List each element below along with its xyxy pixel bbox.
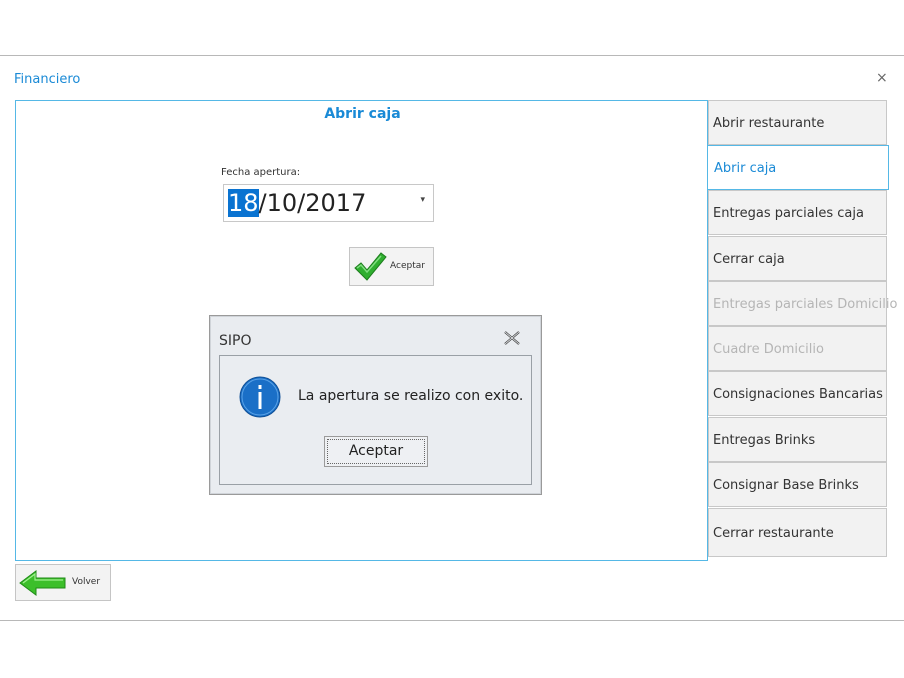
window-title: Financiero (14, 72, 81, 87)
side-item-cuadre-domicilio: Cuadre Domicilio (708, 326, 887, 371)
dialog-accept-label: Aceptar (348, 443, 404, 459)
side-item-entregas-parciales-caja[interactable]: Entregas parciales caja (708, 190, 887, 235)
side-item-consignaciones-bancarias[interactable]: Consignaciones Bancarias (708, 371, 887, 416)
side-item-label: Entregas parciales caja (713, 206, 864, 221)
message-dialog: SIPO La apertura se realizo con exito. A… (209, 315, 542, 495)
date-label: Fecha apertura: (221, 167, 301, 178)
accept-button-label: Aceptar (390, 261, 425, 271)
panel-title: Abrir caja (324, 106, 401, 122)
date-month-year[interactable]: /10/2017 (259, 189, 367, 217)
side-item-label: Cerrar restaurante (713, 526, 834, 541)
dialog-message: La apertura se realizo con exito. (298, 388, 524, 404)
side-item-label: Cerrar caja (713, 252, 785, 267)
side-item-entregas-parciales-domicilio: Entregas parciales Domicilio (708, 281, 897, 326)
side-item-consignar-base-brinks[interactable]: Consignar Base Brinks (708, 462, 887, 507)
side-item-label: Entregas Brinks (713, 433, 816, 448)
side-item-abrir-restaurante[interactable]: Abrir restaurante (708, 100, 887, 145)
date-field[interactable]: 18/10/2017 ▾ (223, 184, 434, 222)
side-item-abrir-caja[interactable]: Abrir caja (708, 145, 889, 190)
date-value[interactable]: 18/10/2017 (228, 189, 366, 217)
dialog-body: La apertura se realizo con exito. Acepta… (219, 355, 532, 485)
info-icon (239, 376, 281, 418)
side-item-label: Entregas parciales Domicilio (713, 297, 898, 312)
arrow-left-icon (19, 570, 66, 596)
window-close-icon[interactable]: × (876, 70, 888, 86)
back-button[interactable]: Volver (15, 564, 111, 601)
chevron-down-icon[interactable]: ▾ (420, 195, 425, 205)
side-item-cerrar-restaurante[interactable]: Cerrar restaurante (708, 508, 887, 557)
side-item-entregas-brinks[interactable]: Entregas Brinks (708, 417, 887, 462)
side-item-cerrar-caja[interactable]: Cerrar caja (708, 236, 887, 281)
date-day-selected[interactable]: 18 (228, 189, 259, 217)
side-item-label: Abrir caja (714, 161, 777, 176)
side-item-label: Consignar Base Brinks (713, 478, 859, 493)
financiero-window: Financiero × Abrir caja Fecha apertura: … (0, 55, 904, 621)
side-item-label: Abrir restaurante (713, 116, 825, 131)
checkmark-icon (354, 252, 387, 281)
side-item-label: Consignaciones Bancarias (713, 387, 883, 402)
side-item-label: Cuadre Domicilio (713, 342, 824, 357)
dialog-accept-button[interactable]: Aceptar (324, 436, 428, 467)
dialog-close-icon[interactable] (503, 330, 521, 350)
main-panel: Abrir caja Fecha apertura: 18/10/2017 ▾ … (15, 100, 708, 561)
dialog-title: SIPO (219, 333, 252, 349)
back-button-label: Volver (72, 577, 101, 587)
accept-button[interactable]: Aceptar (349, 247, 434, 286)
